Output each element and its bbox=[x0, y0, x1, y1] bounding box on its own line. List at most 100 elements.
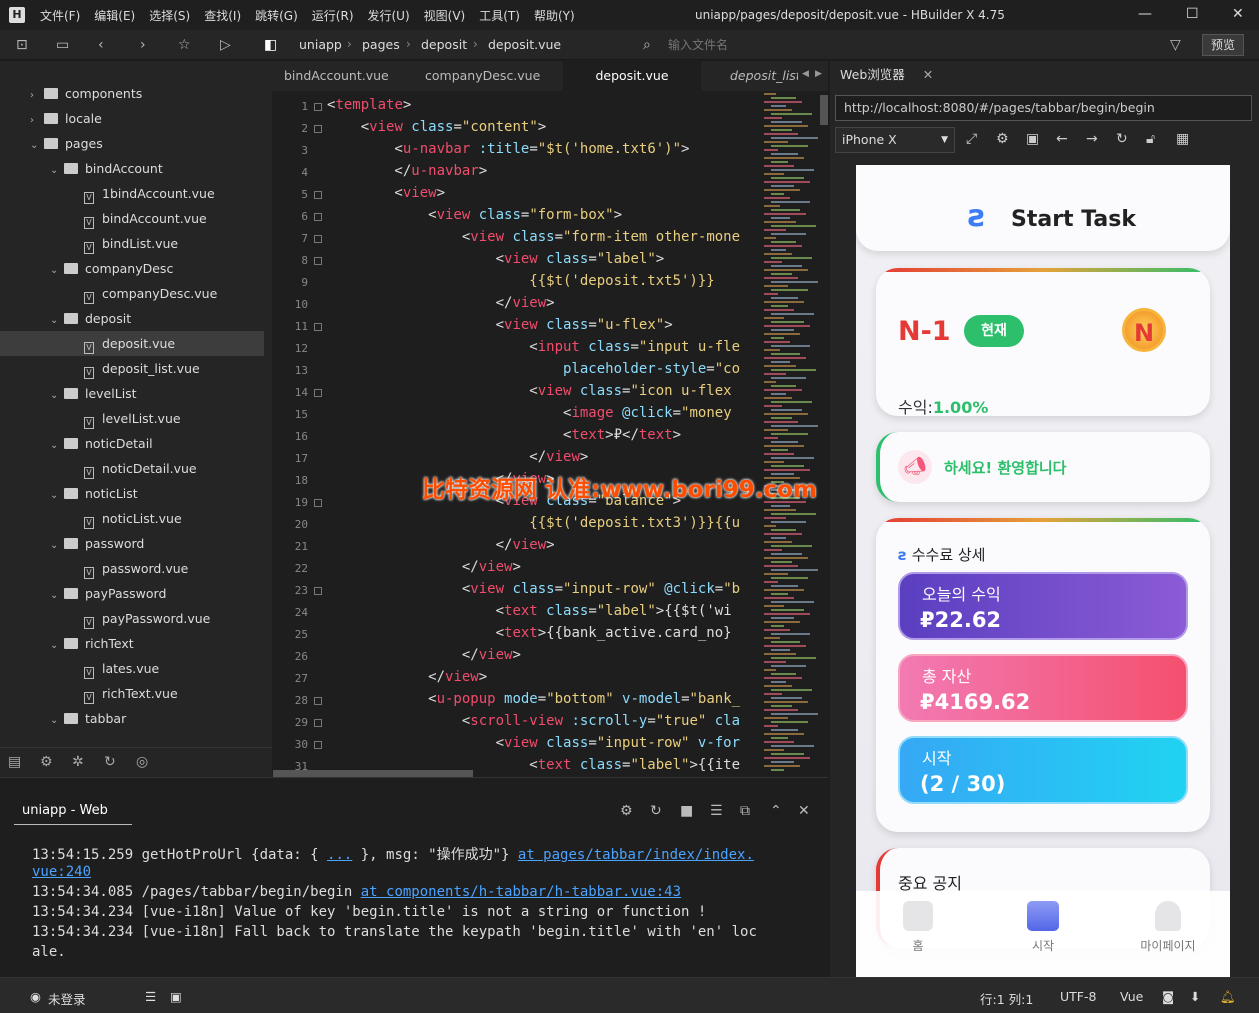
breadcrumb-item[interactable]: deposit bbox=[421, 37, 467, 52]
menu-item[interactable]: 文件(F) bbox=[33, 7, 87, 24]
tree-folder[interactable]: ⌄ companyDesc bbox=[0, 256, 264, 281]
fold-icon[interactable] bbox=[314, 125, 322, 133]
chevron-down-icon[interactable]: ⌄ bbox=[50, 433, 64, 458]
tree-file[interactable]: VnoticDetail.vue bbox=[0, 456, 264, 481]
nav-start[interactable]: 시작 bbox=[1021, 901, 1065, 954]
encoding[interactable]: UTF-8 bbox=[1060, 989, 1096, 1004]
maximize-icon[interactable]: ☐ bbox=[1186, 6, 1199, 22]
url-bar[interactable]: http://localhost:8080/#/pages/tabbar/beg… bbox=[835, 95, 1252, 121]
forward-icon[interactable]: › bbox=[140, 37, 146, 53]
tree-folder[interactable]: ⌄ payPassword bbox=[0, 581, 264, 606]
cursor-position[interactable]: 行:1 列:1 bbox=[980, 989, 1033, 1008]
tree-file[interactable]: Vlates.vue bbox=[0, 656, 264, 681]
file-search-input[interactable] bbox=[668, 34, 1168, 56]
console-link[interactable]: vue:240 bbox=[32, 864, 91, 880]
save-icon[interactable]: ▭ bbox=[56, 37, 69, 53]
web-icon[interactable]: ◎ bbox=[136, 754, 148, 770]
chevron-up-icon[interactable]: ⌃ bbox=[770, 803, 782, 819]
total-assets-card[interactable]: 총 자산 ₽4169.62 bbox=[898, 654, 1188, 722]
lock-icon[interactable]: 🔓︎ bbox=[1146, 131, 1155, 147]
fold-icon[interactable] bbox=[314, 389, 322, 397]
console-link[interactable]: at components/h-tabbar/h-tabbar.vue:43 bbox=[361, 884, 681, 900]
console-icon[interactable]: ▣ bbox=[1026, 131, 1039, 147]
fold-icon[interactable] bbox=[314, 587, 322, 595]
preview-button[interactable]: 预览 bbox=[1202, 34, 1244, 56]
menu-item[interactable]: 发行(U) bbox=[361, 7, 417, 24]
fold-icon[interactable] bbox=[314, 103, 322, 111]
tree-file[interactable]: VrichText.vue bbox=[0, 681, 264, 706]
chevron-down-icon[interactable]: ⌄ bbox=[50, 708, 64, 733]
debug-icon[interactable]: ⚙ bbox=[620, 803, 633, 819]
tree-folder[interactable]: ⌄ pages bbox=[0, 131, 264, 156]
tree-folder[interactable]: ⌄ levelList bbox=[0, 381, 264, 406]
menu-item[interactable]: 运行(R) bbox=[305, 7, 361, 24]
menu-item[interactable]: 选择(S) bbox=[142, 7, 197, 24]
tree-file[interactable]: Vdeposit_list.vue bbox=[0, 356, 264, 381]
start-task-card[interactable]: 시작 (2 / 30) bbox=[898, 736, 1188, 804]
close-icon[interactable]: ✕ bbox=[923, 67, 933, 82]
sync-icon[interactable]: ↻ bbox=[104, 754, 116, 770]
rotate-icon[interactable]: ⤢ bbox=[966, 131, 977, 147]
star-icon[interactable]: ☆ bbox=[178, 37, 191, 53]
tab-bindaccount[interactable]: bindAccount.vue bbox=[272, 61, 401, 91]
console-tab[interactable]: uniapp - Web bbox=[22, 803, 108, 818]
chevron-down-icon[interactable]: ⌄ bbox=[50, 633, 64, 658]
minimap[interactable] bbox=[760, 93, 820, 773]
tab-companydesc[interactable]: companyDesc.vue bbox=[413, 61, 552, 91]
chevron-right-icon[interactable]: › bbox=[30, 108, 44, 133]
console-link[interactable]: ... bbox=[327, 847, 352, 863]
tree-folder[interactable]: › locale bbox=[0, 106, 264, 131]
qrcode-icon[interactable]: ▦ bbox=[1176, 131, 1189, 147]
chevron-down-icon[interactable]: ⌄ bbox=[50, 483, 64, 508]
console-link[interactable]: at pages/tabbar/index/index. bbox=[518, 847, 754, 863]
forward-icon[interactable]: → bbox=[1086, 131, 1098, 147]
menu-item[interactable]: 查找(I) bbox=[197, 7, 248, 24]
today-income-card[interactable]: 오늘의 수익 ₽22.62 bbox=[898, 572, 1188, 640]
breadcrumb-item[interactable]: uniapp bbox=[299, 37, 342, 52]
debug-icon[interactable]: ✲ bbox=[72, 754, 84, 770]
close-icon[interactable]: ✕ bbox=[1232, 6, 1244, 22]
stop-icon[interactable]: ■ bbox=[680, 803, 693, 819]
vertical-scrollbar[interactable] bbox=[820, 95, 828, 125]
tree-file[interactable]: VcompanyDesc.vue bbox=[0, 281, 264, 306]
nav-mypage[interactable]: 마이페이지 bbox=[1128, 901, 1208, 954]
device-select[interactable]: iPhone X ▼ bbox=[835, 127, 955, 153]
tree-folder[interactable]: ⌄ deposit bbox=[0, 306, 264, 331]
tree-file[interactable]: VlevelList.vue bbox=[0, 406, 264, 431]
menu-item[interactable]: 编辑(E) bbox=[87, 7, 142, 24]
back-icon[interactable]: ← bbox=[1056, 131, 1068, 147]
menu-item[interactable]: 帮助(Y) bbox=[527, 7, 582, 24]
chevron-down-icon[interactable]: ⌄ bbox=[50, 533, 64, 558]
tree-file[interactable]: VbindAccount.vue bbox=[0, 206, 264, 231]
chevron-right-icon[interactable]: › bbox=[30, 83, 44, 108]
browser-tab[interactable]: Web浏览器 ✕ bbox=[830, 61, 940, 89]
nav-home[interactable]: 홈 bbox=[896, 901, 940, 954]
tree-folder[interactable]: ⌄ password bbox=[0, 531, 264, 556]
fold-icon[interactable] bbox=[314, 323, 322, 331]
chevron-down-icon[interactable]: ⌄ bbox=[50, 583, 64, 608]
chevron-down-icon[interactable]: ⌄ bbox=[50, 258, 64, 283]
tree-folder[interactable]: ⌄ noticList bbox=[0, 481, 264, 506]
tree-folder[interactable]: ⌄ noticDetail bbox=[0, 431, 264, 456]
clear-icon[interactable]: ☰ bbox=[710, 803, 723, 819]
fold-icon[interactable] bbox=[314, 697, 322, 705]
run-icon[interactable]: ▷ bbox=[220, 37, 231, 53]
tree-folder[interactable]: › components bbox=[0, 81, 264, 106]
tab-deposit[interactable]: deposit.vue bbox=[563, 61, 701, 91]
tree-file[interactable]: VpayPassword.vue bbox=[0, 606, 264, 631]
new-file-icon[interactable]: ⊡ bbox=[16, 37, 28, 53]
fold-icon[interactable] bbox=[314, 719, 322, 727]
back-icon[interactable]: ‹ bbox=[98, 37, 104, 53]
tree-folder[interactable]: ⌄ tabbar bbox=[0, 706, 264, 731]
bell-icon[interactable]: 🔔︎ bbox=[1220, 989, 1236, 1005]
horizontal-scrollbar[interactable] bbox=[273, 770, 473, 777]
minimize-icon[interactable]: — bbox=[1138, 6, 1152, 22]
breadcrumb-item[interactable]: deposit.vue bbox=[488, 37, 561, 52]
tree-file[interactable]: V 1bindAccount.vue bbox=[0, 181, 264, 206]
tree-folder[interactable]: ⌄ richText bbox=[0, 631, 264, 656]
notice-bar[interactable]: 📣︎ 하세요! 환영합니다 bbox=[876, 432, 1210, 502]
open-external-icon[interactable]: ⧉ bbox=[740, 803, 750, 819]
fold-icon[interactable] bbox=[314, 235, 322, 243]
tab-deposit-list[interactable]: deposit_list bbox=[718, 61, 798, 91]
menu-item[interactable]: 跳转(G) bbox=[248, 7, 305, 24]
